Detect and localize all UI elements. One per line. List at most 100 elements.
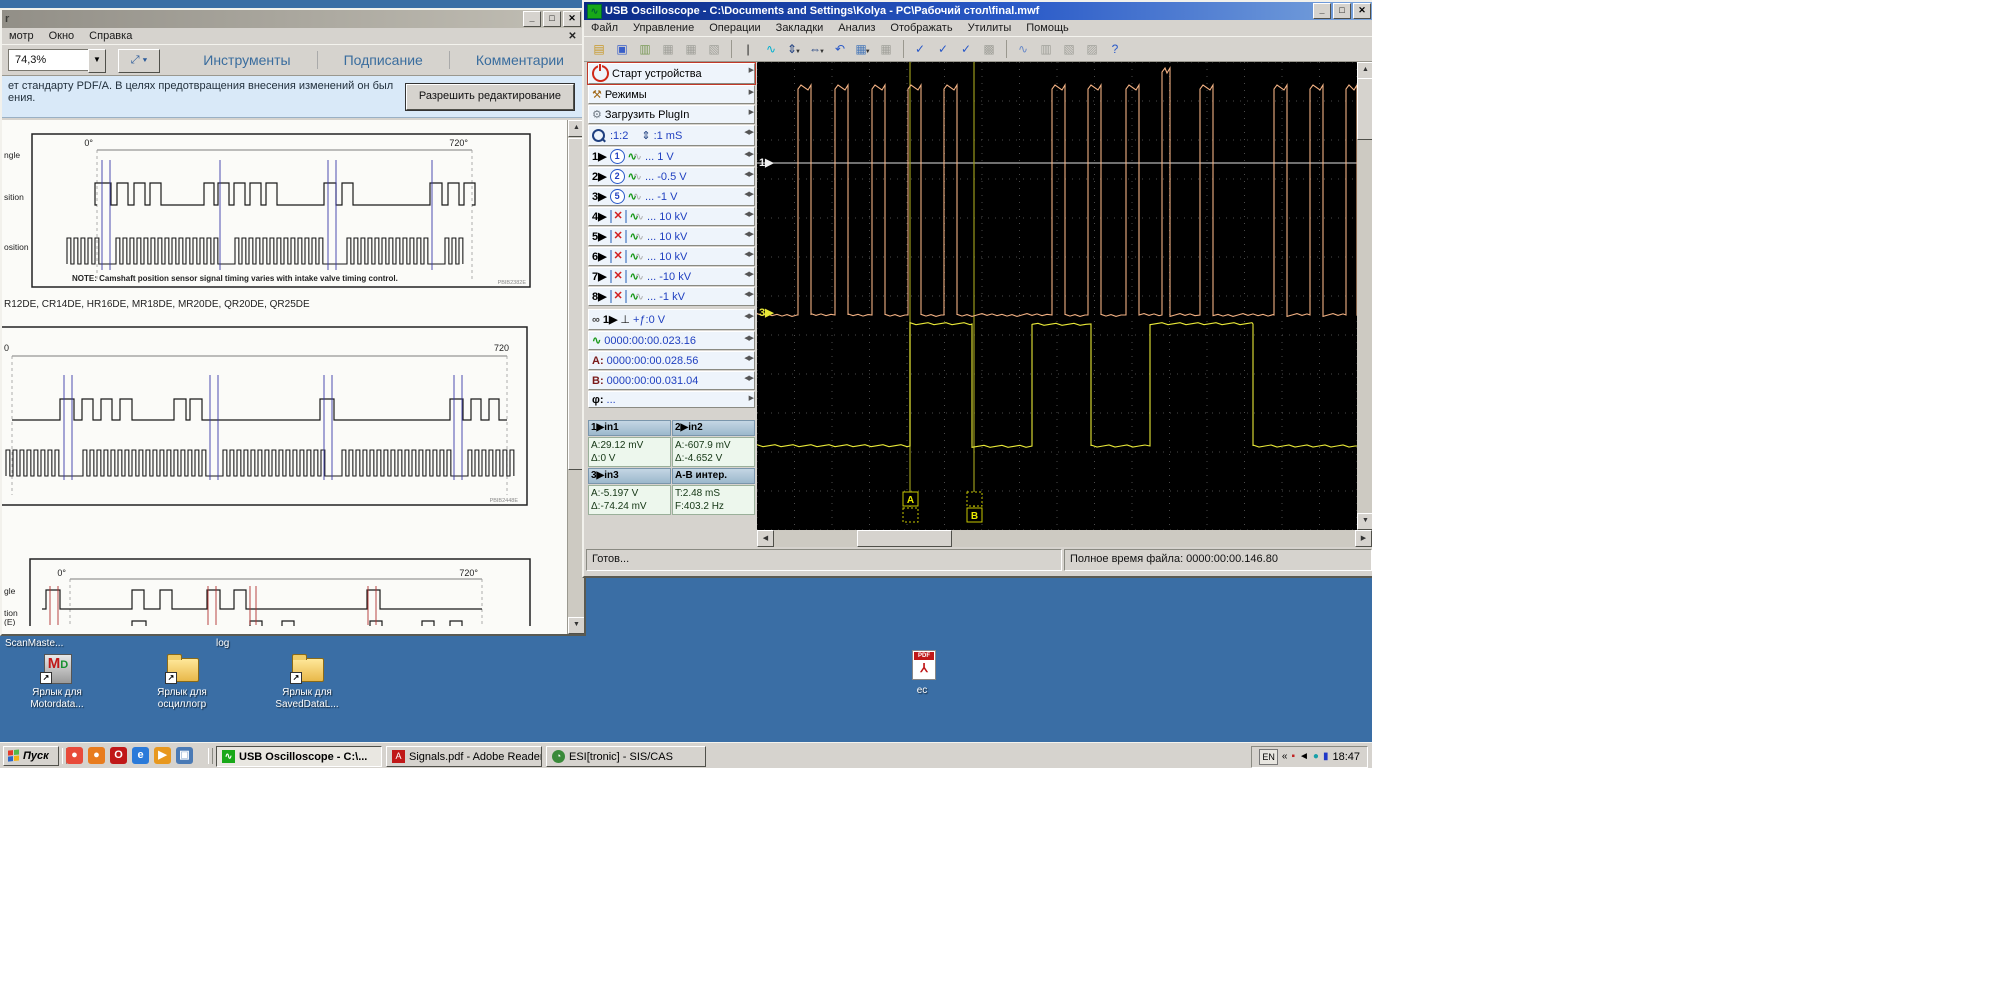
modes-expand-icon[interactable]: ▶: [749, 88, 753, 96]
pdf-titlebar[interactable]: r _ □ ✕: [2, 10, 584, 28]
scope-display[interactable]: AB 1▶ 3▶: [757, 62, 1357, 530]
channel-arrows[interactable]: ◀▶: [744, 190, 753, 198]
scope-scroll-down-icon[interactable]: ▼: [1357, 513, 1372, 530]
undo-icon[interactable]: ↶: [829, 39, 851, 60]
check-marker-icon[interactable]: ✓: [932, 39, 954, 60]
cursor-b-arrows[interactable]: ◀▶: [744, 374, 753, 382]
channel-arrows[interactable]: ◀▶: [744, 270, 753, 278]
zoom-time-icon[interactable]: ⇔▼: [806, 39, 828, 60]
pdf-tab-2[interactable]: Комментарии: [476, 52, 564, 68]
task-button-scope[interactable]: ∿USB Oscilloscope - C:\...: [216, 746, 382, 767]
channel-arrows[interactable]: ◀▶: [744, 170, 753, 178]
scope-menu-2[interactable]: Операции: [709, 22, 760, 34]
scope-close-button[interactable]: ✕: [1353, 3, 1371, 19]
taskbar-clock[interactable]: 18:47: [1332, 751, 1360, 763]
trigger-arrows[interactable]: ◀▶: [744, 312, 753, 320]
channel-disabled-icon[interactable]: ✕: [610, 210, 627, 223]
hidden-icon-label-1[interactable]: log: [216, 638, 229, 649]
scope-vertical-scrollbar[interactable]: ▲ ▼: [1357, 62, 1372, 530]
channel-row-7[interactable]: 7▶✕∿∿... -10 kV◀▶: [588, 267, 755, 286]
help-icon[interactable]: ?: [1104, 39, 1126, 60]
pdf-document-area[interactable]: 0°720°nglesitionositionNOTE: Camshaft po…: [2, 120, 584, 634]
scope-horizontal-scrollbar[interactable]: ◀ ▶: [757, 530, 1372, 547]
channel-select-icon[interactable]: 2: [610, 169, 625, 184]
scope-menu-5[interactable]: Отображать: [890, 22, 952, 34]
scope-scroll-right-icon[interactable]: ▶: [1355, 530, 1372, 547]
check-signal-icon[interactable]: ✓: [909, 39, 931, 60]
pdf-close-button[interactable]: ✕: [563, 11, 581, 27]
scope-menu-4[interactable]: Анализ: [838, 22, 875, 34]
mediaplayer-icon[interactable]: ▶: [154, 747, 171, 764]
app-red-icon[interactable]: ▪: [1291, 750, 1295, 764]
trigger-row[interactable]: ∞ 1▶ ⊥ +ƒ:0 V ◀▶: [588, 309, 755, 330]
clear-icon[interactable]: ▨: [1081, 39, 1103, 60]
scope-menu-1[interactable]: Управление: [633, 22, 694, 34]
pdf-menu-2[interactable]: Справка: [89, 30, 132, 42]
opera-icon[interactable]: O: [110, 747, 127, 764]
pdf-file-ec[interactable]: PDF⅄ec: [877, 650, 967, 697]
taskbar-grip2[interactable]: [208, 748, 213, 764]
pdf-menu-0[interactable]: мотр: [9, 30, 34, 42]
start-button[interactable]: Пуск: [3, 746, 59, 766]
pdf-minimize-button[interactable]: _: [523, 11, 541, 27]
delete-icon[interactable]: ▧: [703, 39, 725, 60]
channel3-marker[interactable]: 3▶: [759, 306, 774, 319]
hidden-icon-label-0[interactable]: ScanMaste...: [5, 638, 63, 649]
explorer-icon[interactable]: ▣: [176, 747, 193, 764]
pdf-tab-1[interactable]: Подписание: [344, 52, 423, 68]
pdf-zoom-input[interactable]: 74,3%: [8, 49, 94, 71]
start-device-button[interactable]: Старт устройства ▶: [588, 63, 755, 84]
firefox-icon[interactable]: ●: [88, 747, 105, 764]
plugin-expand-icon[interactable]: ▶: [749, 108, 753, 116]
zoom-vertical-icon[interactable]: ⇕▼: [783, 39, 805, 60]
channel-row-5[interactable]: 5▶✕∿∿... 10 kV◀▶: [588, 227, 755, 246]
channel-disabled-icon[interactable]: ✕: [610, 230, 627, 243]
channel1-marker[interactable]: 1▶: [759, 156, 774, 169]
cursor-time-arrows[interactable]: ◀▶: [744, 334, 753, 342]
channel-arrows[interactable]: ◀▶: [744, 250, 753, 258]
open-file-icon[interactable]: ▤: [588, 39, 610, 60]
pdf-pane-close-icon[interactable]: ✕: [566, 31, 579, 44]
timebase-arrows[interactable]: ◀▶: [744, 128, 753, 136]
cursor-line-icon[interactable]: |: [737, 39, 759, 60]
start-expand-icon[interactable]: ▶: [749, 66, 753, 74]
load-plugin-button[interactable]: ⚙ Загрузить PlugIn ▶: [588, 105, 755, 124]
scope-maximize-button[interactable]: □: [1333, 3, 1351, 19]
channel-arrows[interactable]: ◀▶: [744, 150, 753, 158]
power-tray-icon[interactable]: ▮: [1323, 750, 1329, 764]
channel-disabled-icon[interactable]: ✕: [610, 270, 627, 283]
scope-hscroll-thumb[interactable]: [857, 530, 952, 547]
scope-menu-7[interactable]: Помощь: [1026, 22, 1069, 34]
marker-icon[interactable]: ▧: [1058, 39, 1080, 60]
check-grid-icon[interactable]: ✓: [955, 39, 977, 60]
measure-icon[interactable]: ▥: [1035, 39, 1057, 60]
channel-arrows[interactable]: ◀▶: [744, 290, 753, 298]
channel-arrows[interactable]: ◀▶: [744, 230, 753, 238]
scope-scroll-up-icon[interactable]: ▲: [1357, 62, 1372, 79]
zoom-timebase-row[interactable]: :1:2 ⇕ :1 mS ◀▶: [588, 125, 755, 146]
pdf-menu-1[interactable]: Окно: [49, 30, 75, 42]
screen-mode-icon[interactable]: ▦▼: [852, 39, 874, 60]
channel-row-2[interactable]: 2▶2∿∿... -0.5 V◀▶: [588, 167, 755, 186]
export-icon[interactable]: ▥: [634, 39, 656, 60]
phase-row[interactable]: φ: ... ▶: [588, 391, 755, 408]
channel-disabled-icon[interactable]: ✕: [610, 250, 627, 263]
scope-vscroll-thumb[interactable]: [1357, 78, 1372, 140]
save-icon[interactable]: ▣: [611, 39, 633, 60]
screen-alt-icon[interactable]: ▦: [875, 39, 897, 60]
grid-icon[interactable]: ▩: [978, 39, 1000, 60]
paste-icon[interactable]: ▦: [680, 39, 702, 60]
channel-row-6[interactable]: 6▶✕∿∿... 10 kV◀▶: [588, 247, 755, 266]
cursor-a-arrows[interactable]: ◀▶: [744, 354, 753, 362]
scope-titlebar[interactable]: ∿ USB Oscilloscope - C:\Documents and Se…: [584, 2, 1372, 20]
ie-icon[interactable]: e: [132, 747, 149, 764]
pdf-maximize-button[interactable]: □: [543, 11, 561, 27]
task-button-pdf[interactable]: ASignals.pdf - Adobe Reader: [386, 746, 542, 767]
cursor-b-row[interactable]: B: 0000:00:00.031.04 ◀▶: [588, 371, 755, 390]
volume-icon[interactable]: ◄: [1299, 750, 1309, 764]
scope-menu-0[interactable]: Файл: [591, 22, 618, 34]
pdf-zoom-dropdown[interactable]: ▼: [88, 49, 106, 73]
scope-menu-6[interactable]: Утилиты: [968, 22, 1012, 34]
chrome-icon[interactable]: ●: [66, 747, 83, 764]
channel-row-1[interactable]: 1▶1∿∿... 1 V◀▶: [588, 147, 755, 166]
